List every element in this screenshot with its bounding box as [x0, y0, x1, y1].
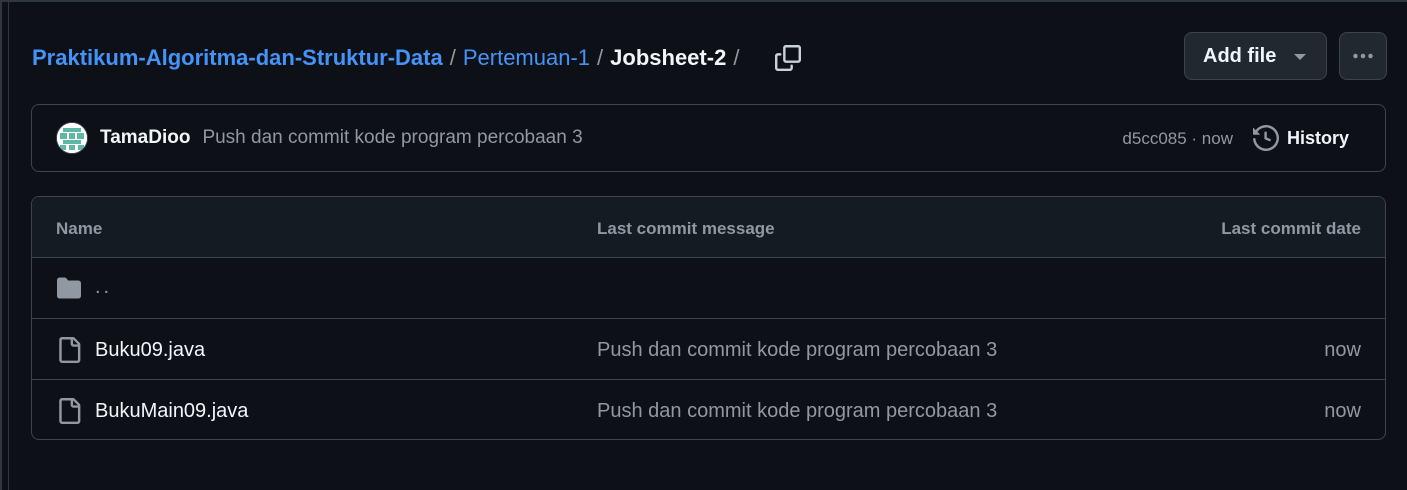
more-options-button[interactable] — [1339, 32, 1387, 80]
file-name-link[interactable]: Buku09.java — [95, 339, 205, 362]
file-icon — [59, 337, 81, 363]
column-header-message: Last commit message — [597, 219, 775, 238]
breadcrumb-separator: / — [597, 45, 604, 70]
latest-commit-bar: TamaDioo Push dan commit kode program pe… — [31, 104, 1386, 172]
add-file-label: Add file — [1203, 44, 1277, 67]
file-icon — [59, 398, 81, 424]
file-commit-message-link[interactable]: Push dan commit kode program percobaan 3 — [597, 339, 997, 362]
column-header-date: Last commit date — [1221, 219, 1361, 238]
avatar[interactable] — [56, 122, 88, 154]
history-icon — [1252, 125, 1279, 151]
commit-message-link[interactable]: Push dan commit kode program percobaan 3 — [202, 127, 582, 149]
history-button[interactable]: History — [1252, 125, 1349, 151]
breadcrumb: Praktikum-Algoritma-dan-Struktur-Data / … — [32, 42, 802, 74]
copy-icon — [775, 45, 802, 71]
file-commit-date: now — [1324, 339, 1361, 361]
breadcrumb-repo-link[interactable]: Praktikum-Algoritma-dan-Struktur-Data — [32, 45, 443, 71]
table-row: Buku09.java Push dan commit kode program… — [32, 319, 1385, 380]
chevron-down-icon — [1294, 54, 1306, 60]
kebab-horizontal-icon — [1353, 53, 1373, 59]
column-header-name: Name — [56, 219, 103, 238]
breadcrumb-current: Jobsheet-2 — [610, 45, 727, 70]
file-table: Name Last commit message Last commit dat… — [31, 196, 1386, 440]
parent-directory-link[interactable]: .. — [95, 276, 112, 299]
table-header: Name Last commit message Last commit dat… — [32, 197, 1385, 258]
folder-icon — [57, 277, 81, 299]
file-name-link[interactable]: BukuMain09.java — [95, 400, 248, 423]
file-commit-message-link[interactable]: Push dan commit kode program percobaan 3 — [597, 400, 997, 423]
copy-path-button[interactable] — [774, 44, 802, 72]
add-file-button[interactable]: Add file — [1184, 32, 1327, 80]
breadcrumb-separator: / — [733, 45, 740, 70]
history-label: History — [1286, 127, 1349, 148]
identicon-icon — [57, 123, 87, 153]
table-row: BukuMain09.java Push dan commit kode pro… — [32, 380, 1385, 439]
file-commit-date: now — [1324, 400, 1361, 422]
commit-author-link[interactable]: TamaDioo — [100, 127, 190, 149]
breadcrumb-separator: / — [449, 45, 456, 70]
commit-hash-and-time[interactable]: d5cc085 · now — [1122, 129, 1233, 149]
breadcrumb-folder-link[interactable]: Pertemuan-1 — [463, 45, 590, 71]
parent-directory-row[interactable]: .. — [32, 258, 1385, 319]
